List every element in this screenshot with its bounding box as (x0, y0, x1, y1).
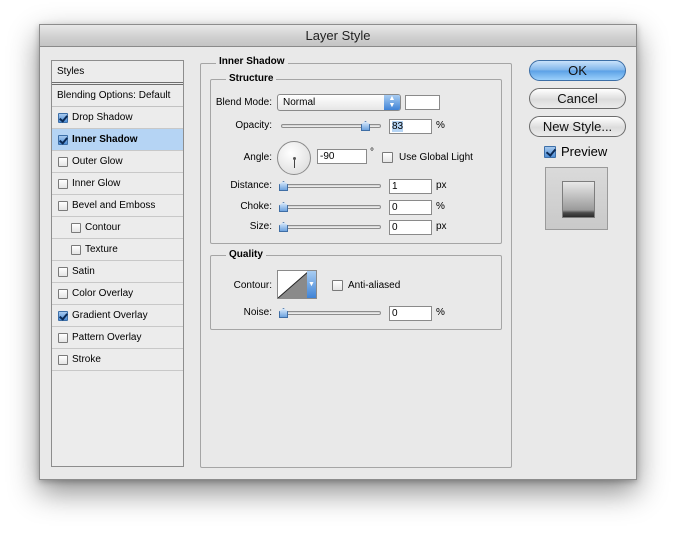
contour-curve-icon (278, 271, 309, 298)
preview-checkbox[interactable] (544, 145, 556, 158)
shadow-color-swatch[interactable] (405, 95, 440, 110)
opacity-input[interactable]: 83 (389, 119, 432, 134)
style-item-checkbox[interactable] (58, 266, 68, 277)
blend-mode-value: Normal (283, 97, 316, 108)
style-item-drop-shadow[interactable]: Drop Shadow (52, 107, 183, 129)
chevron-down-icon: ▼ (307, 271, 316, 298)
opacity-unit: % (436, 120, 445, 131)
preview-toggle[interactable]: Preview (544, 144, 607, 159)
style-item-label: Stroke (72, 353, 101, 365)
choke-unit: % (436, 201, 445, 212)
angle-label: Angle: (243, 152, 272, 163)
quality-group (210, 255, 502, 330)
chevron-updown-icon: ▲ ▼ (384, 95, 400, 110)
style-item-label: Contour (85, 221, 121, 233)
style-item-checkbox[interactable] (71, 244, 81, 255)
preview-label: Preview (561, 144, 608, 159)
style-item-checkbox[interactable] (58, 310, 68, 321)
style-item-inner-glow[interactable]: Inner Glow (52, 173, 183, 195)
use-global-light-label: Use Global Light (399, 152, 473, 163)
choke-slider[interactable] (279, 202, 381, 212)
style-item-checkbox[interactable] (58, 156, 68, 167)
ok-button[interactable]: OK (529, 60, 626, 81)
inner-shadow-title: Inner Shadow (216, 56, 288, 67)
style-item-color-overlay[interactable]: Color Overlay (52, 283, 183, 305)
style-item-checkbox[interactable] (58, 200, 68, 211)
style-item-inner-shadow[interactable]: Inner Shadow (52, 129, 183, 151)
styles-list: Styles Blending Options: Default Drop Sh… (51, 60, 184, 467)
style-item-label: Outer Glow (72, 155, 123, 167)
choke-input[interactable]: 0 (389, 200, 432, 215)
anti-aliased-label: Anti-aliased (348, 280, 401, 291)
style-item-checkbox[interactable] (58, 354, 68, 365)
choke-label: Choke: (240, 201, 272, 212)
angle-dial-center (293, 157, 296, 160)
layer-style-dialog: Layer Style Styles Blending Options: Def… (39, 24, 637, 480)
blend-mode-label: Blend Mode: (215, 97, 272, 108)
window-title: Layer Style (40, 25, 636, 47)
distance-unit: px (436, 180, 447, 191)
anti-aliased-checkbox[interactable] (332, 280, 343, 291)
style-item-label: Color Overlay (72, 287, 134, 299)
contour-label: Contour: (233, 280, 272, 291)
noise-label: Noise: (243, 307, 272, 318)
use-global-light-checkbox[interactable] (382, 152, 393, 163)
style-item-label: Inner Glow (72, 177, 121, 189)
distance-slider[interactable] (279, 181, 381, 191)
style-preview-thumbnail (545, 167, 608, 230)
style-item-bevel-and-emboss[interactable]: Bevel and Emboss (52, 195, 183, 217)
opacity-slider[interactable] (281, 121, 381, 131)
style-item-label: Bevel and Emboss (72, 199, 156, 211)
style-item-contour[interactable]: Contour (52, 217, 183, 239)
contour-picker[interactable]: ▼ (277, 270, 317, 299)
opacity-input-value: 83 (392, 121, 404, 132)
angle-unit: ° (370, 147, 374, 158)
style-item-gradient-overlay[interactable]: Gradient Overlay (52, 305, 183, 327)
style-item-texture[interactable]: Texture (52, 239, 183, 261)
cancel-button[interactable]: Cancel (529, 88, 626, 109)
style-item-checkbox[interactable] (58, 288, 68, 299)
style-item-pattern-overlay[interactable]: Pattern Overlay (52, 327, 183, 349)
angle-input[interactable]: -90 (317, 149, 367, 164)
structure-title: Structure (226, 73, 277, 84)
blending-options-item[interactable]: Blending Options: Default (52, 85, 183, 107)
angle-dial[interactable] (277, 141, 311, 175)
style-item-checkbox[interactable] (58, 134, 68, 145)
style-item-label: Drop Shadow (72, 111, 133, 123)
size-label: Size: (249, 221, 272, 232)
noise-input[interactable]: 0 (389, 306, 432, 321)
blend-mode-select[interactable]: Normal ▲ ▼ (277, 94, 401, 111)
style-item-label: Gradient Overlay (72, 309, 148, 321)
style-item-label: Texture (85, 243, 118, 255)
style-item-label: Satin (72, 265, 95, 277)
size-slider[interactable] (279, 222, 381, 232)
style-item-label: Pattern Overlay (72, 331, 142, 343)
preview-swatch (562, 181, 595, 218)
styles-list-header[interactable]: Styles (52, 61, 183, 85)
style-item-checkbox[interactable] (58, 178, 68, 189)
distance-label: Distance: (230, 180, 272, 191)
noise-slider[interactable] (279, 308, 381, 318)
style-item-checkbox[interactable] (58, 332, 68, 343)
size-input[interactable]: 0 (389, 220, 432, 235)
style-item-label: Inner Shadow (72, 133, 138, 145)
style-item-checkbox[interactable] (58, 112, 68, 123)
size-unit: px (436, 221, 447, 232)
noise-unit: % (436, 307, 445, 318)
style-item-outer-glow[interactable]: Outer Glow (52, 151, 183, 173)
style-item-checkbox[interactable] (71, 222, 81, 233)
quality-title: Quality (226, 249, 266, 260)
style-item-stroke[interactable]: Stroke (52, 349, 183, 371)
distance-input[interactable]: 1 (389, 179, 432, 194)
opacity-label: Opacity: (235, 120, 272, 131)
style-item-satin[interactable]: Satin (52, 261, 183, 283)
new-style-button[interactable]: New Style... (529, 116, 626, 137)
